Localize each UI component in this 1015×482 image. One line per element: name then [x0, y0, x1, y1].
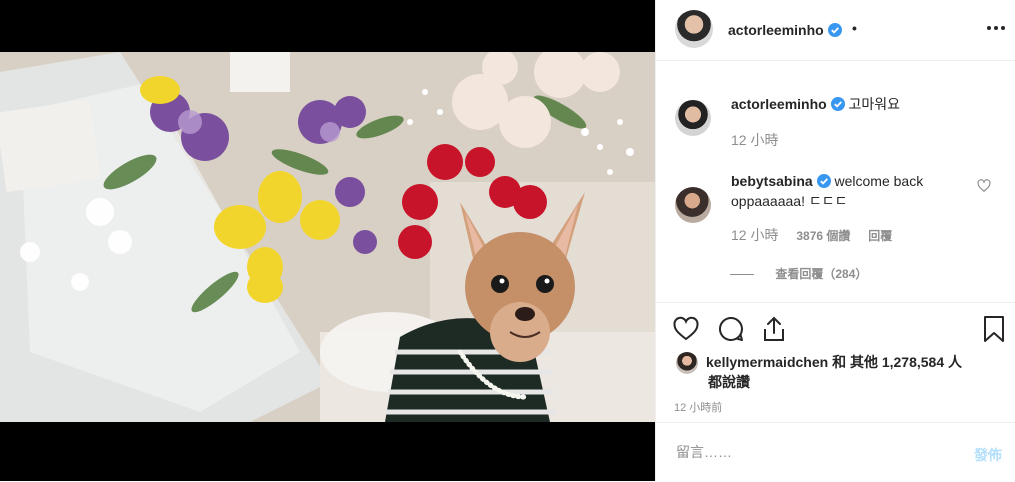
post-timestamp[interactable]: 12 小時前 — [674, 399, 722, 415]
comment-username[interactable]: bebytsabina — [731, 173, 813, 189]
liker-avatar[interactable] — [676, 352, 698, 374]
photo-illustration — [0, 52, 655, 422]
verified-badge-icon — [828, 23, 843, 37]
comment-time[interactable]: 12 小時 — [731, 132, 778, 148]
author-username[interactable]: actorleeminho — [728, 22, 824, 38]
comment-avatar[interactable] — [675, 187, 711, 223]
share-icon[interactable] — [760, 315, 788, 343]
liker-username[interactable]: kellymermaidchen — [706, 354, 828, 370]
likes-count-text[interactable]: 和 其他 1,278,584 人 — [832, 354, 962, 370]
add-comment-bar: 發佈 — [656, 422, 1015, 482]
post-side-panel: actorleeminho • actorleeminho 고마워요 12 小時… — [655, 0, 1015, 481]
media-pane — [0, 0, 655, 481]
bookmark-icon[interactable] — [980, 315, 1008, 343]
view-replies-button[interactable]: 查看回覆（284） — [730, 265, 867, 282]
comment-meta: 12 小時 — [731, 130, 778, 150]
heart-icon[interactable] — [672, 315, 700, 343]
comment-text: 고마워요 — [848, 96, 901, 112]
post-comment-button[interactable]: 發佈 — [974, 445, 1002, 465]
likes-summary-suffix: 都說讚 — [708, 374, 750, 390]
more-options-icon[interactable] — [986, 18, 1006, 38]
author-avatar[interactable] — [675, 10, 713, 48]
likes-summary[interactable]: kellymermaidchen 和 其他 1,278,584 人 — [706, 352, 1006, 372]
comment-icon[interactable] — [717, 315, 745, 343]
comment-meta: 12 小時 3876 個讚 回覆 — [731, 225, 892, 245]
comment-username[interactable]: actorleeminho — [731, 96, 827, 112]
comment-avatar[interactable] — [675, 100, 711, 136]
verified-badge-icon — [830, 97, 845, 111]
comment-like-heart-icon[interactable] — [977, 179, 991, 193]
comment-item: actorleeminho 고마워요 — [731, 94, 900, 114]
comment-likes-count[interactable]: 3876 個讚 — [796, 229, 850, 243]
replies-divider — [730, 274, 754, 276]
header-separator: • — [852, 20, 857, 36]
comment-item: bebytsabina welcome back oppaaaaaa! ㄷㄷㄷ — [731, 171, 981, 211]
post-header: actorleeminho • — [656, 0, 1015, 61]
post-photo[interactable] — [0, 52, 655, 422]
view-replies-label: 查看回覆（284） — [775, 267, 868, 281]
actions-divider — [656, 302, 1015, 304]
reply-button[interactable]: 回覆 — [868, 229, 892, 243]
verified-badge-icon — [816, 174, 831, 188]
author-row: actorleeminho — [728, 22, 843, 40]
comment-time[interactable]: 12 小時 — [731, 227, 778, 243]
comment-input[interactable] — [674, 443, 958, 461]
